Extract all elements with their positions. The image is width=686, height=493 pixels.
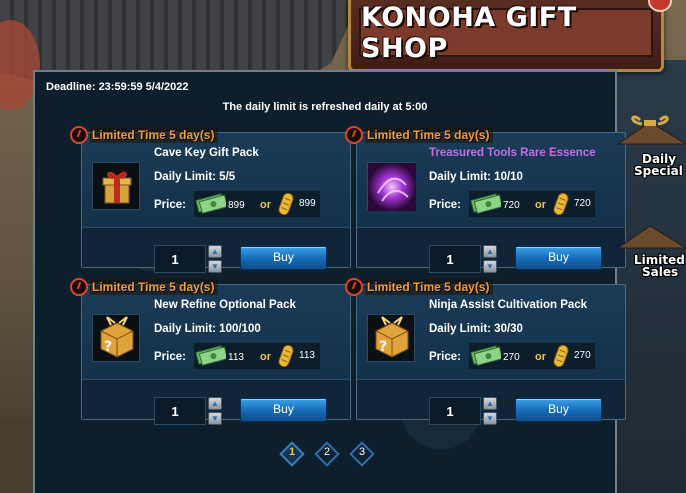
buy-button[interactable]: Buy	[515, 246, 602, 270]
daily-limit: Daily Limit: 30/30	[429, 323, 523, 335]
cash-icon	[194, 344, 229, 366]
quantity-up-button[interactable]: ▲	[208, 397, 222, 410]
buy-button[interactable]: Buy	[515, 398, 602, 422]
shop-sign: KONOHA GIFT SHOP	[348, 0, 664, 72]
item-name: Ninja Assist Cultivation Pack	[429, 299, 588, 311]
limited-time-label: Limited Time 5 day(s)	[365, 279, 494, 295]
limited-time-label: Limited Time 5 day(s)	[365, 127, 494, 143]
buy-button[interactable]: Buy	[240, 398, 327, 422]
gold-coin-icon	[548, 190, 574, 218]
limited-time-label: Limited Time 5 day(s)	[90, 127, 219, 143]
cash-icon	[469, 192, 504, 214]
or-text: or	[535, 351, 546, 363]
item-card: Limited Time 5 day(s) ? Ninja Assist Cul…	[345, 278, 626, 425]
quantity-up-button[interactable]: ▲	[208, 245, 222, 258]
price-coin-value: 720	[574, 198, 591, 209]
shop-panel: Deadline: 23:59:59 5/4/2022 The daily li…	[33, 70, 626, 493]
svg-text:?: ?	[379, 339, 387, 355]
daily-limit: Daily Limit: 5/5	[154, 171, 236, 183]
or-text: or	[535, 199, 546, 211]
or-text: or	[260, 199, 271, 211]
gold-coin-icon	[273, 342, 299, 370]
deadline-text: Deadline: 23:59:59 5/4/2022	[46, 81, 189, 93]
limited-time-badge: Limited Time 5 day(s)	[345, 278, 494, 296]
limited-sales-label-2: Sales	[642, 265, 679, 279]
purple-essence-icon[interactable]	[367, 162, 416, 211]
quantity-down-button[interactable]: ▼	[483, 412, 497, 425]
daily-limit: Daily Limit: 100/100	[154, 323, 261, 335]
page-number: 2	[323, 446, 331, 458]
cash-icon	[469, 344, 504, 366]
limited-time-badge: Limited Time 5 day(s)	[345, 126, 494, 144]
limited-time-badge: Limited Time 5 day(s)	[70, 126, 219, 144]
mystery-box-icon[interactable]: ?	[92, 314, 140, 362]
clock-icon	[345, 126, 363, 144]
quantity-up-button[interactable]: ▲	[483, 397, 497, 410]
clock-icon	[345, 278, 363, 296]
daily-special-label-2: Special	[634, 164, 683, 178]
quantity-down-button[interactable]: ▼	[483, 260, 497, 273]
limited-time-badge: Limited Time 5 day(s)	[70, 278, 219, 296]
item-card: Limited Time 5 day(s) Cave Key Gift Pack…	[70, 126, 351, 273]
item-name: Cave Key Gift Pack	[154, 147, 259, 159]
daily-special-button[interactable]: Daily Special	[614, 112, 686, 177]
page-number: 1	[288, 446, 296, 458]
shop-title: KONOHA GIFT SHOP	[361, 1, 577, 64]
shop-sign-board: KONOHA GIFT SHOP	[359, 2, 653, 64]
or-text: or	[260, 351, 271, 363]
gold-coin-icon	[548, 342, 574, 370]
quantity-input[interactable]: 1	[429, 245, 481, 273]
quantity-down-button[interactable]: ▼	[208, 260, 222, 273]
quantity-input[interactable]: 1	[429, 397, 481, 425]
daily-limit: Daily Limit: 10/10	[429, 171, 523, 183]
gift-box-icon[interactable]	[92, 162, 140, 210]
item-card: Limited Time 5 day(s) Treasured Tools Ra…	[345, 126, 626, 273]
item-name: New Refine Optional Pack	[154, 299, 296, 311]
item-name: Treasured Tools Rare Essence	[429, 147, 596, 159]
quantity-input[interactable]: 1	[154, 245, 206, 273]
svg-text:?: ?	[104, 339, 112, 355]
mystery-box-icon[interactable]: ?	[367, 314, 415, 362]
price-coin-value: 270	[574, 350, 591, 361]
price-label: Price:	[154, 351, 186, 363]
item-card: Limited Time 5 day(s) ? New Refine Optio…	[70, 278, 351, 425]
gold-coin-icon	[273, 190, 299, 218]
clock-icon	[70, 278, 88, 296]
buy-button[interactable]: Buy	[240, 246, 327, 270]
price-cash-value: 720	[503, 200, 520, 211]
cash-icon	[194, 192, 229, 214]
price-coin-value: 113	[299, 350, 315, 361]
limited-sales-button[interactable]: Limited Sales	[614, 218, 686, 278]
price-cash-value: 270	[503, 352, 520, 363]
price-label: Price:	[154, 199, 186, 211]
clock-icon	[70, 126, 88, 144]
quantity-input[interactable]: 1	[154, 397, 206, 425]
refresh-note: The daily limit is refreshed daily at 5:…	[222, 101, 428, 113]
price-label: Price:	[429, 351, 461, 363]
page-number: 3	[358, 446, 366, 458]
price-cash-value: 113	[228, 352, 244, 363]
price-cash-value: 899	[228, 200, 245, 211]
price-coin-value: 899	[299, 198, 316, 209]
limited-time-label: Limited Time 5 day(s)	[90, 279, 219, 295]
quantity-down-button[interactable]: ▼	[208, 412, 222, 425]
quantity-up-button[interactable]: ▲	[483, 245, 497, 258]
price-label: Price:	[429, 199, 461, 211]
shop-roof-icon	[616, 225, 686, 249]
